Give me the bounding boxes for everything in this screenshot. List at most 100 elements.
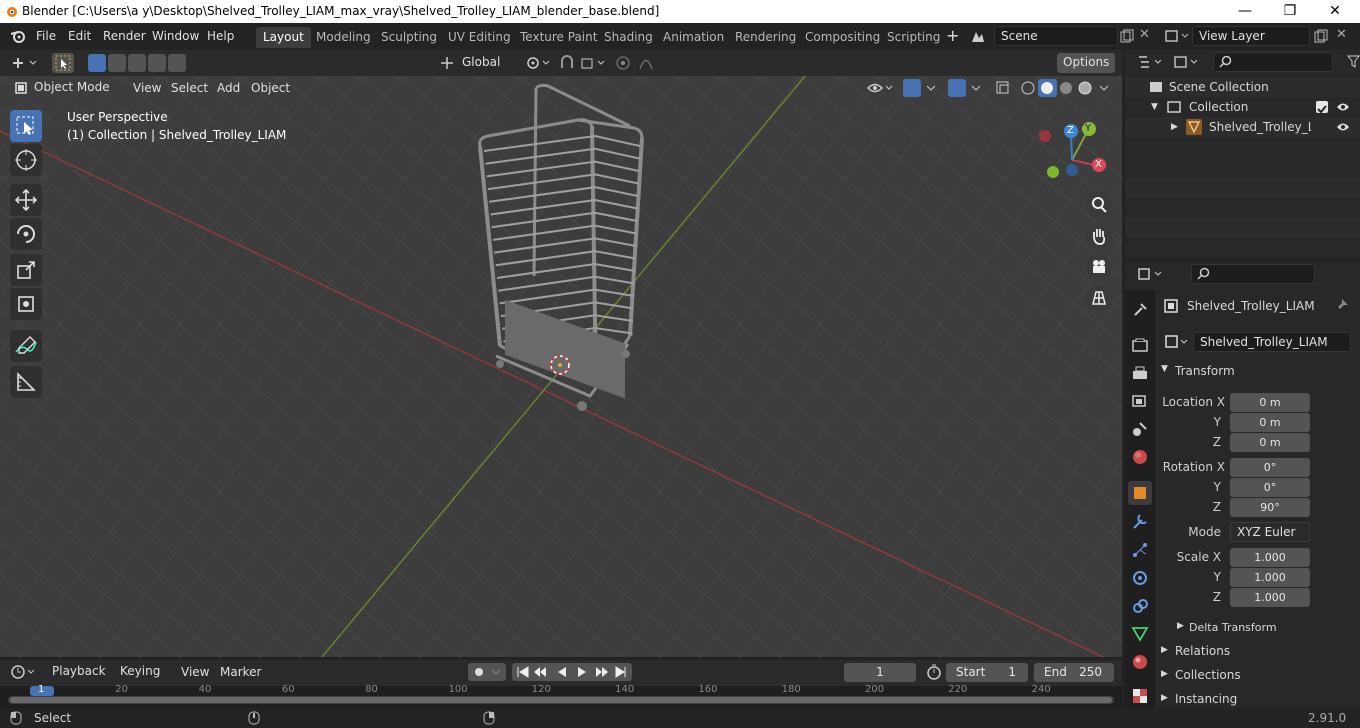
select-tool-button[interactable] bbox=[10, 110, 42, 142]
gizmo-dropdown-icon[interactable] bbox=[924, 79, 938, 97]
ortho-toggle-button[interactable] bbox=[1086, 285, 1112, 311]
menu-help[interactable]: Help bbox=[207, 29, 234, 43]
add-workspace-plus-icon[interactable]: + bbox=[946, 26, 959, 45]
instancing-section[interactable]: Instancing bbox=[1175, 692, 1237, 706]
maximize-button[interactable]: ❐ bbox=[1275, 2, 1305, 20]
object-name-field[interactable]: Shelved_Trolley_LIAM bbox=[1193, 332, 1351, 352]
transform-tool-button[interactable] bbox=[10, 288, 42, 320]
transform-section-header[interactable]: Transform bbox=[1175, 364, 1235, 378]
rotation-y-field[interactable]: 0° bbox=[1230, 478, 1310, 497]
properties-editor-type-icon[interactable] bbox=[1137, 266, 1167, 282]
minimize-button[interactable]: — bbox=[1230, 2, 1260, 20]
viewport-menu-add[interactable]: Add bbox=[217, 81, 240, 95]
location-x-field[interactable]: 0 m bbox=[1230, 393, 1310, 412]
menu-render[interactable]: Render bbox=[103, 29, 146, 43]
world-tab-icon[interactable] bbox=[1130, 447, 1150, 467]
tab-sculpting[interactable]: Sculpting bbox=[374, 27, 444, 48]
tab-animation[interactable]: Animation bbox=[656, 27, 731, 48]
transform-orientation-dropdown[interactable]: Global bbox=[456, 53, 514, 73]
delta-transform-section[interactable]: Delta Transform bbox=[1189, 621, 1277, 634]
scene-field[interactable]: Scene bbox=[994, 26, 1118, 46]
scrollbar-thumb[interactable] bbox=[10, 697, 1112, 703]
view-layer-field[interactable]: View Layer bbox=[1192, 26, 1310, 46]
pin-icon[interactable] bbox=[1335, 298, 1349, 312]
timeline-view-menu[interactable]: View bbox=[181, 665, 209, 679]
collection-eye-icon[interactable] bbox=[1336, 101, 1350, 113]
rotation-mode-dropdown[interactable]: XYZ Euler bbox=[1230, 522, 1310, 542]
outliner-editor-type-icon[interactable] bbox=[1137, 54, 1167, 70]
tab-uv-editing[interactable]: UV Editing bbox=[441, 27, 518, 48]
camera-view-button[interactable] bbox=[1086, 254, 1112, 280]
annotate-tool-button[interactable] bbox=[10, 330, 42, 362]
pivot-point-icon[interactable] bbox=[524, 54, 552, 72]
select-subtract-icon[interactable] bbox=[128, 54, 146, 72]
scene-icon[interactable] bbox=[970, 28, 986, 44]
snap-icon[interactable] bbox=[558, 54, 610, 72]
remove-view-layer-icon[interactable]: ✕ bbox=[1336, 27, 1347, 42]
start-frame-field[interactable]: Start 1 bbox=[946, 663, 1028, 682]
collections-section[interactable]: Collections bbox=[1175, 668, 1241, 682]
measure-tool-button[interactable] bbox=[10, 366, 42, 398]
overlays-toggle-icon[interactable] bbox=[948, 79, 966, 97]
end-frame-field[interactable]: End 250 bbox=[1034, 663, 1114, 682]
scale-x-field[interactable]: 1.000 bbox=[1230, 548, 1310, 567]
tab-scripting[interactable]: Scripting bbox=[880, 27, 947, 48]
location-z-field[interactable]: 0 m bbox=[1230, 433, 1310, 452]
material-tab-icon[interactable] bbox=[1130, 652, 1150, 672]
visibility-eye-icon[interactable] bbox=[866, 79, 896, 97]
scene-tab-icon[interactable] bbox=[1130, 419, 1150, 439]
xray-toggle-icon[interactable] bbox=[994, 79, 1012, 97]
select-extend-icon[interactable] bbox=[108, 54, 126, 72]
options-dropdown[interactable]: Options bbox=[1057, 53, 1115, 73]
object-tab-active[interactable] bbox=[1128, 481, 1152, 505]
filter-icon[interactable] bbox=[1347, 55, 1360, 68]
output-tab-icon[interactable] bbox=[1130, 363, 1150, 383]
collection-checkbox[interactable] bbox=[1316, 101, 1328, 114]
tab-texture-paint[interactable]: Texture Paint bbox=[513, 27, 604, 48]
display-mode-icon[interactable] bbox=[1173, 54, 1203, 70]
view-layer-tab-icon[interactable] bbox=[1130, 391, 1150, 411]
rotation-x-field[interactable]: 0° bbox=[1230, 458, 1310, 477]
scale-z-field[interactable]: 1.000 bbox=[1230, 588, 1310, 607]
relations-expand-icon[interactable]: ▶ bbox=[1161, 645, 1168, 655]
location-y-field[interactable]: 0 m bbox=[1230, 413, 1310, 432]
rotation-z-field[interactable]: 90° bbox=[1230, 498, 1310, 517]
pan-button[interactable] bbox=[1086, 223, 1112, 249]
viewport-menu-view[interactable]: View bbox=[133, 81, 161, 95]
stopwatch-icon[interactable] bbox=[926, 664, 942, 680]
shading-mode-group[interactable] bbox=[1018, 79, 1118, 97]
view-layer-icon[interactable] bbox=[1164, 28, 1190, 44]
timeline-editor-type-icon[interactable] bbox=[10, 664, 40, 680]
select-box-tool-button[interactable] bbox=[52, 53, 74, 73]
tab-layout[interactable]: Layout bbox=[256, 27, 311, 48]
modifier-tab-icon[interactable] bbox=[1130, 512, 1150, 532]
playback-controls[interactable] bbox=[512, 663, 632, 681]
viewport-menu-object[interactable]: Object bbox=[251, 81, 290, 95]
object-data-dropdown-icon[interactable] bbox=[1163, 332, 1193, 352]
tool-tab-icon[interactable] bbox=[1130, 300, 1150, 320]
playback-menu[interactable]: Playback bbox=[46, 662, 114, 682]
constraints-tab-icon[interactable] bbox=[1130, 596, 1150, 616]
move-tool-button[interactable] bbox=[10, 184, 42, 216]
current-frame-field[interactable]: 1 bbox=[844, 663, 916, 682]
texture-tab-icon[interactable] bbox=[1130, 686, 1150, 706]
keying-menu[interactable]: Keying bbox=[114, 662, 174, 682]
gizmo-toggle-icon[interactable] bbox=[903, 79, 921, 97]
copy-scene-icon[interactable] bbox=[1120, 29, 1134, 43]
cursor-tool-button[interactable] bbox=[10, 144, 42, 176]
copy-view-layer-icon[interactable] bbox=[1314, 29, 1328, 43]
remove-scene-icon[interactable]: ✕ bbox=[1139, 27, 1150, 42]
delta-expand-icon[interactable]: ▶ bbox=[1177, 621, 1184, 631]
close-button[interactable]: ✕ bbox=[1320, 2, 1350, 20]
select-intersect-icon[interactable] bbox=[168, 54, 186, 72]
collections-expand-icon[interactable]: ▶ bbox=[1161, 669, 1168, 679]
record-button[interactable] bbox=[468, 663, 506, 681]
tab-compositing[interactable]: Compositing bbox=[798, 27, 887, 48]
render-tab-icon[interactable] bbox=[1130, 335, 1150, 355]
tab-rendering[interactable]: Rendering bbox=[728, 27, 803, 48]
rotate-tool-button[interactable] bbox=[10, 218, 42, 250]
outliner-row-collection[interactable]: ▼ Collection bbox=[1125, 97, 1360, 117]
collection-expand-icon[interactable]: ▼ bbox=[1151, 97, 1158, 117]
object-eye-icon[interactable] bbox=[1336, 121, 1350, 133]
menu-window[interactable]: Window bbox=[152, 29, 199, 43]
